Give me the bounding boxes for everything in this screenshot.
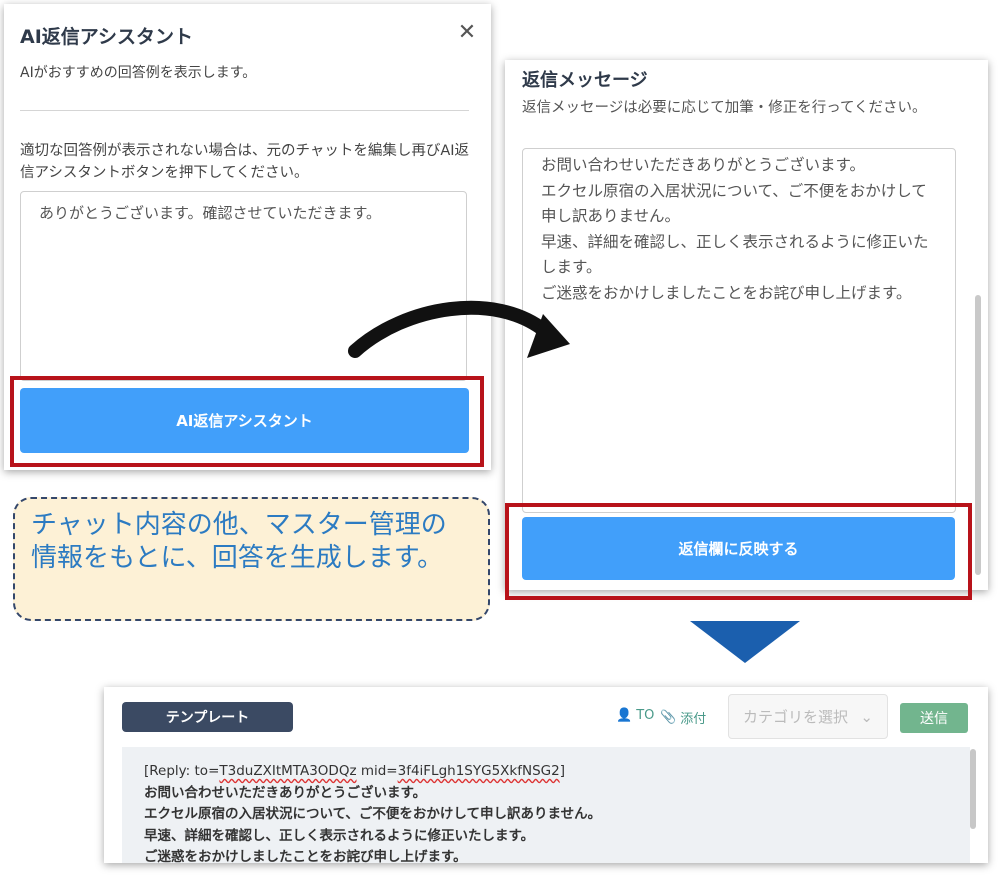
send-button[interactable]: 送信 xyxy=(900,703,968,733)
reply-mid-id: 3f4iFLgh1SYG5XkfNSG2 xyxy=(397,763,560,779)
to-mention-button[interactable]: 👤 TO xyxy=(616,708,654,723)
reply-suffix: ] xyxy=(559,763,565,779)
attach-label: 添付 xyxy=(680,712,707,727)
scrollbar[interactable] xyxy=(970,749,976,829)
ai-assistant-button[interactable]: AI返信アシスタント xyxy=(20,388,469,453)
reply-to-id: T3duZXItMTA3ODQz xyxy=(219,763,357,779)
reply-panel-subtitle: 返信メッセージは必要に応じて加筆・修正を行ってください。 xyxy=(522,100,927,116)
reply-header-line: [Reply: to=T3duZXItMTA3ODQz mid=3f4iFLgh… xyxy=(144,761,954,783)
chat-line: お問い合わせいただきありがとうございます。 xyxy=(144,784,427,801)
attach-button[interactable]: 📎 添付 xyxy=(660,708,706,727)
reply-line: エクセル原宿の入居状況について、ご不便をおかけして申し訳ありません。 xyxy=(541,181,927,226)
scrollbar[interactable] xyxy=(975,295,981,575)
reply-prefix: [Reply: to= xyxy=(144,763,220,779)
paperclip-icon: 📎 xyxy=(660,710,677,725)
down-arrow-icon xyxy=(690,621,800,663)
assistant-panel-title: AI返信アシスタント xyxy=(20,26,194,48)
curved-arrow-icon xyxy=(348,300,570,358)
reply-line: 早速、詳細を確認し、正しく表示されるように修正いたします。 xyxy=(541,232,929,277)
template-button[interactable]: テンプレート xyxy=(122,702,293,732)
category-select[interactable]: カテゴリを選択 ⌄ xyxy=(728,694,888,739)
chevron-down-icon: ⌄ xyxy=(860,707,873,726)
chat-line: ご迷惑をおかけしましたことをお詫び申し上げます。 xyxy=(144,849,467,863)
reply-message-textarea[interactable]: お問い合わせいただきありがとうございます。 エクセル原宿の入居状況について、ご不… xyxy=(522,148,956,513)
person-icon: 👤 xyxy=(616,708,633,723)
assistant-panel-subtitle: AIがおすすめの回答例を表示します。 xyxy=(20,65,257,81)
reply-line: お問い合わせいただきありがとうございます。 xyxy=(541,156,865,174)
chat-input-panel: テンプレート 👤 TO 📎 添付 カテゴリを選択 ⌄ 送信 [Reply: to… xyxy=(104,687,988,863)
chat-message-input[interactable]: [Reply: to=T3duZXItMTA3ODQz mid=3f4iFLgh… xyxy=(122,747,970,863)
chat-line: エクセル原宿の入居状況について、ご不便をおかけして申し訳ありません。 xyxy=(144,806,602,822)
reply-mid-label: mid= xyxy=(356,763,398,779)
reflect-to-reply-button[interactable]: 返信欄に反映する xyxy=(522,517,955,580)
chat-line: 早速、詳細を確認し、正しく表示されるように修正いたします。 xyxy=(144,827,535,844)
category-placeholder: カテゴリを選択 xyxy=(743,708,849,726)
assistant-panel-note: 適切な回答例が表示されない場合は、元のチャットを編集し再びAI返信アシスタントボ… xyxy=(20,143,470,181)
divider xyxy=(20,110,469,111)
reply-line: ご迷惑をおかけしましたことをお詫び申し上げます。 xyxy=(541,283,912,302)
to-label: TO xyxy=(636,708,655,723)
explanation-callout: チャット内容の他、マスター管理の情報をもとに、回答を生成します。 xyxy=(13,497,490,621)
close-icon[interactable]: ✕ xyxy=(456,22,478,44)
reply-panel-title: 返信メッセージ xyxy=(522,70,648,91)
